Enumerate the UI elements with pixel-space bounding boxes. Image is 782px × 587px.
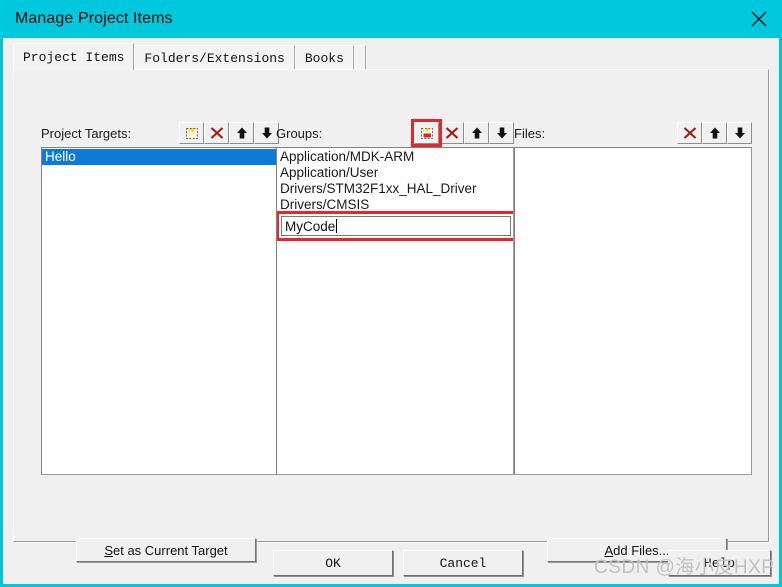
tab-project-items-label: Project Items [23,49,125,65]
group-name-input[interactable]: MyCode [281,216,511,236]
files-column: Files: [514,122,752,475]
groups-toolbar [411,119,514,147]
groups-column: Groups: Application/MDK-ARM Application/… [276,119,514,475]
delete-target-icon[interactable] [204,122,229,144]
list-item[interactable]: Application/User [277,165,513,181]
project-targets-toolbar [179,122,279,144]
tab-folders-extensions-label: Folders/Extensions [144,50,285,66]
move-group-down-icon[interactable] [489,122,514,144]
list-item[interactable]: Application/MDK-ARM [277,149,513,165]
help-button[interactable]: Help [668,550,771,576]
add-files-mnemonic: A [604,542,614,558]
window-title: Manage Project Items [15,10,173,27]
groups-header: Groups: [276,119,514,147]
groups-listbox[interactable]: Application/MDK-ARM Application/User Dri… [276,147,514,475]
new-group-icon[interactable] [411,119,442,147]
ok-button-label: OK [325,555,341,571]
cancel-button[interactable]: Cancel [403,550,523,576]
tab-strip-filler [353,45,366,70]
manage-project-items-dialog: Manage Project Items Project Items Folde… [0,0,782,587]
project-targets-label: Project Targets: [41,125,132,141]
tab-books-label: Books [304,50,344,66]
set-as-current-target-button[interactable]: Set as Current Target [76,538,256,562]
tab-project-items[interactable]: Project Items [13,43,135,70]
move-target-up-icon[interactable] [229,122,254,144]
list-item[interactable]: Hello [42,149,278,165]
list-item[interactable]: Drivers/STM32F1xx_HAL_Driver [277,181,513,197]
new-target-icon[interactable] [179,122,204,144]
help-button-label: Help [703,555,736,571]
move-file-up-icon[interactable] [702,122,727,144]
new-group-highlight-box: MyCode [277,211,513,241]
tab-strip: Project Items Folders/Extensions Books [13,43,775,70]
groups-label: Groups: [276,125,323,141]
group-name-input-value: MyCode [285,218,336,234]
set-as-current-target-mnemonic: S [104,542,113,558]
tab-folders-extensions[interactable]: Folders/Extensions [134,45,295,70]
set-as-current-target-label: Set as Current Target [104,543,227,558]
project-items-panel: Project Targets: Hello Groups: Applicati… [13,69,769,562]
move-group-up-icon[interactable] [464,122,489,144]
set-as-current-target-rest: et as Current Target [113,542,228,558]
project-targets-header: Project Targets: [41,122,279,144]
tab-books[interactable]: Books [294,45,354,70]
close-icon[interactable] [736,0,782,38]
add-files-label: Add Files... [604,543,669,558]
cancel-button-label: Cancel [439,555,487,571]
files-header: Files: [514,122,752,144]
text-caret [336,219,338,233]
project-targets-listbox[interactable]: Hello [41,147,279,475]
delete-group-icon[interactable] [439,122,464,144]
title-bar: Manage Project Items [0,0,782,38]
project-targets-column: Project Targets: Hello [41,122,279,475]
add-files-rest: dd Files... [613,542,670,558]
delete-file-icon[interactable] [677,122,702,144]
ok-button[interactable]: OK [273,550,393,576]
files-listbox[interactable] [514,147,752,475]
files-toolbar [677,122,752,144]
move-file-down-icon[interactable] [727,122,752,144]
files-label: Files: [514,125,546,141]
